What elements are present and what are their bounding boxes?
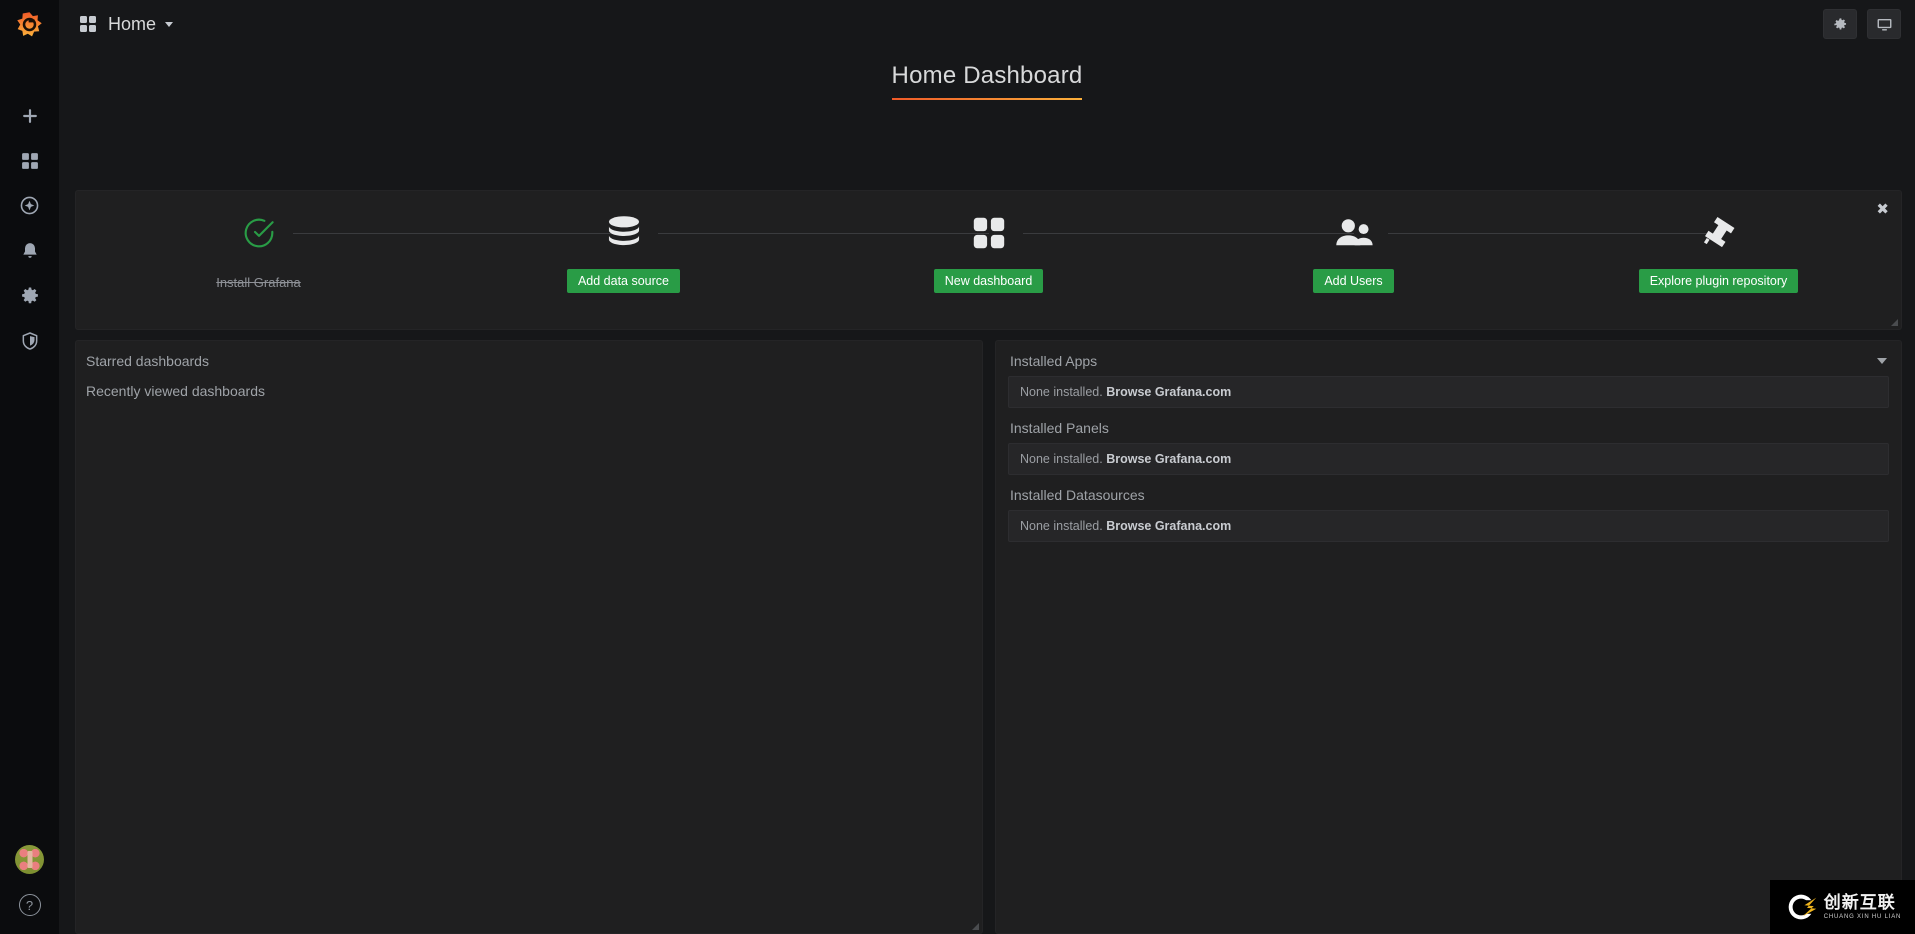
page-title: Home Dashboard [891, 62, 1083, 100]
plugins-panel: Installed Apps None installed. Browse Gr… [995, 340, 1902, 934]
installed-panels-empty-state: None installed. Browse Grafana.com [1008, 443, 1889, 475]
installed-datasources-empty-state: None installed. Browse Grafana.com [1008, 510, 1889, 542]
sidebar-item-server-admin[interactable] [0, 318, 59, 363]
step-connector [292, 233, 624, 234]
starred-dashboards-title: Starred dashboards [86, 353, 209, 369]
grafana-logo-icon[interactable] [0, 0, 59, 48]
step-add-data-source: Add data source [441, 209, 989, 293]
new-dashboard-button[interactable]: New dashboard [933, 269, 1044, 293]
step-connector [657, 233, 989, 234]
avatar[interactable] [15, 845, 44, 874]
top-navbar: Home [59, 0, 1915, 48]
breadcrumb-label: Home [108, 13, 157, 34]
sidebar-nav [0, 93, 59, 363]
sidebar-bottom: ? [15, 845, 44, 934]
installed-panels-section: Installed Panels None installed. Browse … [996, 408, 1901, 475]
empty-text: None installed. [1020, 452, 1103, 466]
section-title: Installed Apps [1010, 353, 1098, 369]
panel-resize-handle[interactable] [1888, 316, 1900, 328]
watermark-cn: 创新互联 [1823, 893, 1896, 912]
section-title: Installed Panels [1010, 420, 1109, 436]
installed-apps-empty-state: None installed. Browse Grafana.com [1008, 376, 1889, 408]
sidebar-item-dashboards[interactable] [0, 138, 59, 183]
installed-apps-section: Installed Apps None installed. Browse Gr… [996, 341, 1901, 408]
add-data-source-button[interactable]: Add data source [566, 269, 681, 293]
empty-text: None installed. [1020, 519, 1103, 533]
step-connector [1387, 233, 1719, 234]
dashboards-panel: Starred dashboards Recently viewed dashb… [75, 340, 983, 934]
sidebar-item-alerting[interactable] [0, 228, 59, 273]
topnav-actions [1823, 9, 1901, 39]
step-label: Install Grafana [216, 275, 301, 290]
watermark: 创新互联 CHUANG XIN HU LIAN [1770, 880, 1915, 934]
step-install-grafana: Install Grafana [76, 209, 624, 290]
users-icon [1333, 209, 1375, 257]
chevron-down-icon[interactable] [165, 21, 174, 27]
add-users-button[interactable]: Add Users [1313, 269, 1394, 293]
breadcrumb[interactable]: Home [80, 13, 174, 35]
grid-icon [80, 16, 96, 32]
help-icon[interactable]: ? [18, 894, 41, 916]
sidebar-item-explore[interactable] [0, 183, 59, 228]
recently-viewed-dashboards-title: Recently viewed dashboards [86, 383, 265, 399]
sidebar-item-configuration[interactable] [0, 273, 59, 318]
grid-icon [970, 209, 1008, 257]
section-title: Installed Datasources [1010, 487, 1145, 503]
sidebar-item-create[interactable] [0, 93, 59, 138]
browse-grafana-link[interactable]: Browse Grafana.com [1106, 452, 1231, 466]
empty-text: None installed. [1020, 385, 1103, 399]
dashboard-settings-button[interactable] [1823, 9, 1857, 39]
dashboard-title-container: Home Dashboard [59, 62, 1915, 100]
installed-datasources-section: Installed Datasources None installed. Br… [996, 475, 1901, 542]
browse-grafana-link[interactable]: Browse Grafana.com [1106, 385, 1231, 399]
chevron-down-icon[interactable] [1877, 358, 1887, 364]
plug-icon [1699, 209, 1739, 257]
watermark-en: CHUANG XIN HU LIAN [1823, 914, 1902, 920]
getting-started-steps: Install Grafana Add data source New dash… [76, 209, 1901, 293]
sidebar: ? [0, 0, 59, 934]
step-connector [1022, 233, 1354, 234]
getting-started-panel: ✖ Install Grafana Add data source New da… [75, 190, 1902, 330]
step-add-users: Add Users [1171, 209, 1719, 293]
installed-apps-header[interactable]: Installed Apps [1008, 341, 1889, 376]
database-icon [603, 209, 645, 257]
browse-grafana-link[interactable]: Browse Grafana.com [1106, 519, 1231, 533]
tv-mode-button[interactable] [1867, 9, 1901, 39]
installed-panels-header: Installed Panels [1008, 408, 1889, 443]
cx-logo-icon [1788, 894, 1817, 920]
check-circle-icon [242, 209, 276, 257]
explore-plugin-repository-button[interactable]: Explore plugin repository [1638, 269, 1799, 293]
installed-datasources-header: Installed Datasources [1008, 475, 1889, 510]
step-new-dashboard: New dashboard [806, 209, 1354, 293]
panel-resize-handle[interactable] [969, 920, 981, 932]
step-explore-plugin-repository: Explore plugin repository [1536, 209, 1901, 293]
